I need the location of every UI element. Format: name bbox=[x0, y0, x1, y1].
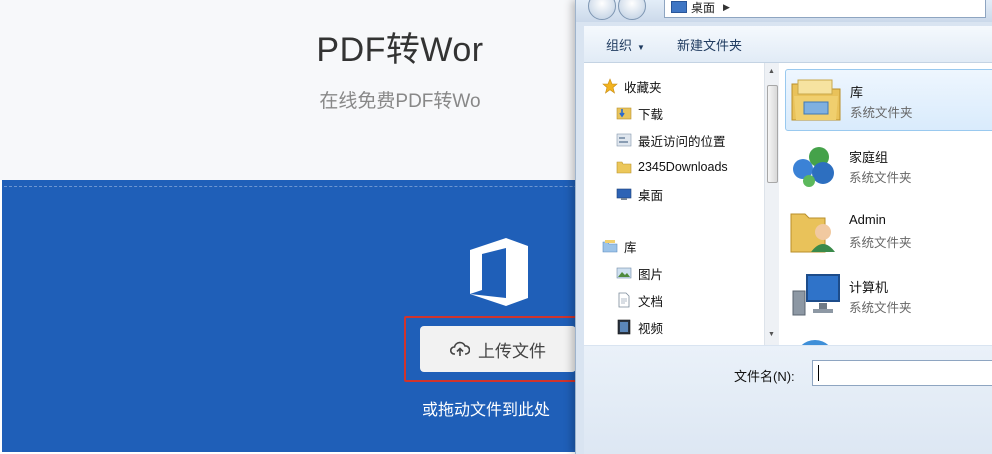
address-path-box[interactable]: 桌面 ▶ bbox=[664, 0, 986, 18]
nav-item-videos[interactable]: 视频 bbox=[616, 316, 663, 338]
file-name: 网络 bbox=[849, 342, 875, 345]
nav-item-recent[interactable]: 最近访问的位置 bbox=[616, 129, 726, 151]
file-open-dialog: 桌面 ▶ 组织 ▼ 新建文件夹 收藏夹 下载 最近访问的位置 2345Downlo… bbox=[575, 0, 992, 454]
pictures-icon bbox=[616, 267, 632, 279]
nav-item-desktop[interactable]: 桌面 bbox=[616, 183, 663, 205]
nav-label-videos: 视频 bbox=[638, 321, 664, 336]
nav-pane-scrollbar[interactable]: ▲ ▼ bbox=[764, 63, 779, 345]
new-folder-button[interactable]: 新建文件夹 bbox=[667, 31, 752, 58]
nav-item-pictures[interactable]: 图片 bbox=[616, 262, 663, 284]
file-type: 系统文件夹 bbox=[849, 301, 912, 315]
nav-label-libraries: 库 bbox=[624, 240, 637, 255]
videos-icon bbox=[617, 319, 631, 335]
nav-item-documents[interactable]: 文档 bbox=[616, 289, 663, 311]
filename-input[interactable] bbox=[812, 360, 992, 386]
upload-button-label: 上传文件 bbox=[478, 341, 546, 361]
caret-down-icon: ▼ bbox=[637, 42, 645, 52]
desktop-icon bbox=[616, 188, 632, 200]
scroll-up-icon[interactable]: ▲ bbox=[768, 68, 775, 75]
organize-menu-button[interactable]: 组织 ▼ bbox=[596, 31, 655, 58]
nav-label-pictures: 图片 bbox=[638, 267, 664, 282]
file-item-network[interactable]: 网络 bbox=[785, 330, 992, 345]
homegroup-icon bbox=[793, 147, 834, 187]
star-icon bbox=[602, 78, 618, 94]
navigation-pane: 收藏夹 下载 最近访问的位置 2345Downloads 桌面 库 图片 文档 bbox=[584, 63, 764, 345]
file-name: 库 bbox=[850, 85, 864, 100]
nav-item-downloads[interactable]: 下载 bbox=[616, 102, 663, 124]
nav-label-downloads: 下载 bbox=[638, 107, 664, 122]
nav-item-2345downloads[interactable]: 2345Downloads bbox=[616, 156, 728, 178]
computer-icon bbox=[792, 274, 840, 316]
file-name: Admin bbox=[849, 212, 886, 227]
file-list: 库 系统文件夹 家庭组 系统文件夹 Admin 系统文件夹 计算机 系统文件夹 bbox=[779, 63, 992, 345]
downloads-folder-icon bbox=[616, 107, 632, 120]
nav-item-libraries[interactable]: 库 bbox=[602, 235, 637, 257]
drag-hint-text: 或拖动文件到此处 bbox=[422, 402, 551, 419]
file-type: 系统文件夹 bbox=[849, 236, 912, 250]
file-item-admin[interactable]: Admin 系统文件夹 bbox=[785, 200, 992, 260]
file-item-homegroup[interactable]: 家庭组 系统文件夹 bbox=[785, 135, 992, 195]
nav-label-documents: 文档 bbox=[638, 294, 664, 309]
filename-label: 文件名(N): bbox=[734, 369, 795, 384]
dialog-toolbar: 组织 ▼ 新建文件夹 bbox=[584, 26, 992, 63]
filename-pane: 文件名(N): bbox=[584, 346, 992, 454]
recent-places-icon bbox=[616, 133, 632, 147]
scrollbar-thumb[interactable] bbox=[767, 85, 778, 183]
nav-label-desktop: 桌面 bbox=[638, 188, 664, 203]
file-name: 计算机 bbox=[849, 280, 889, 295]
forward-button[interactable] bbox=[618, 0, 646, 20]
address-bar: 桌面 ▶ bbox=[576, 0, 992, 22]
organize-label: 组织 bbox=[606, 37, 633, 53]
text-caret bbox=[818, 365, 819, 381]
network-globe-icon bbox=[801, 340, 829, 345]
folder-icon bbox=[616, 161, 632, 174]
user-folder-icon bbox=[790, 213, 835, 253]
file-type: 系统文件夹 bbox=[850, 106, 913, 120]
file-item-libraries[interactable]: 库 系统文件夹 bbox=[785, 69, 992, 131]
nav-label-recent: 最近访问的位置 bbox=[638, 134, 726, 149]
file-name: 家庭组 bbox=[849, 150, 889, 165]
nav-label-2345downloads: 2345Downloads bbox=[638, 160, 728, 174]
upload-file-button[interactable]: 上传文件 bbox=[420, 326, 576, 372]
libraries-icon bbox=[602, 240, 618, 253]
chevron-right-icon[interactable]: ▶ bbox=[723, 2, 730, 13]
new-folder-label: 新建文件夹 bbox=[676, 37, 742, 53]
nav-item-favorites[interactable]: 收藏夹 bbox=[602, 75, 662, 97]
file-type: 系统文件夹 bbox=[849, 171, 912, 185]
office-logo-icon bbox=[470, 238, 528, 306]
desktop-folder-icon bbox=[671, 1, 687, 13]
scroll-down-icon[interactable]: ▼ bbox=[768, 331, 775, 338]
address-path-text: 桌面 bbox=[691, 0, 716, 15]
documents-icon bbox=[618, 292, 630, 308]
file-item-computer[interactable]: 计算机 系统文件夹 bbox=[785, 265, 992, 325]
nav-label-favorites: 收藏夹 bbox=[624, 80, 662, 95]
cloud-upload-icon bbox=[450, 341, 470, 356]
back-button[interactable] bbox=[588, 0, 616, 20]
libraries-folder-icon bbox=[791, 79, 841, 121]
